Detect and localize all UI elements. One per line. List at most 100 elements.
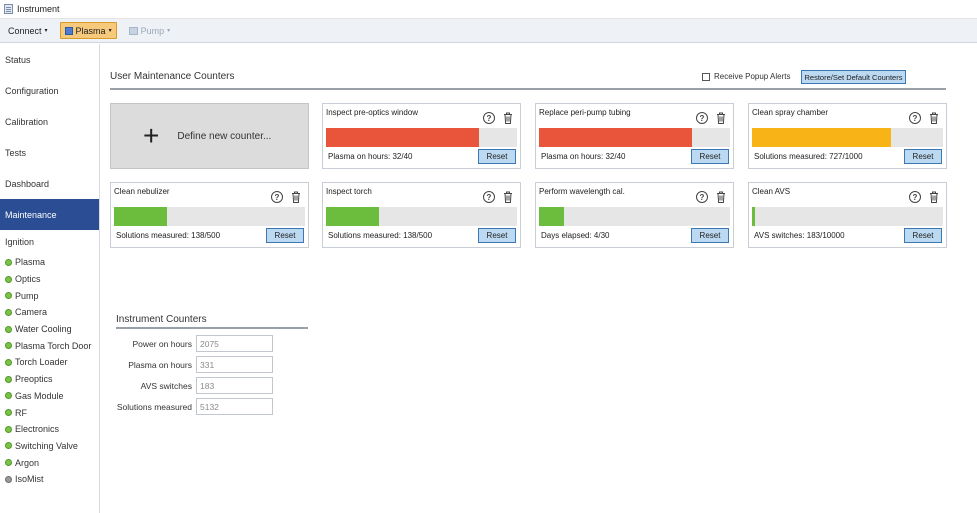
- reset-button[interactable]: Reset: [904, 228, 942, 243]
- ignition-item-rf[interactable]: RF: [0, 404, 99, 421]
- status-dot-icon: [5, 275, 12, 283]
- sidebar-item-dashboard[interactable]: Dashboard: [0, 168, 99, 199]
- status-dot-icon: [5, 292, 12, 300]
- counter-progress-fill: [752, 128, 891, 147]
- counter-progress-fill: [326, 207, 379, 226]
- ignition-item-label: Water Cooling: [15, 324, 72, 335]
- counter-progress-fill: [539, 207, 565, 226]
- ignition-item-plasma-torch-door[interactable]: Plasma Torch Door: [0, 337, 99, 354]
- ignition-item-isomist[interactable]: IsoMist: [0, 471, 99, 488]
- trash-icon[interactable]: [929, 112, 939, 124]
- counter-progress-bar: [539, 207, 730, 226]
- trash-icon[interactable]: [716, 191, 726, 203]
- popup-alerts-toggle[interactable]: Receive Popup Alerts: [702, 72, 791, 81]
- ignition-item-switching-valve[interactable]: Switching Valve: [0, 438, 99, 455]
- ignition-item-label: Electronics: [15, 424, 60, 435]
- reset-button[interactable]: Reset: [478, 228, 516, 243]
- sidebar-item-tests[interactable]: Tests: [0, 137, 99, 168]
- help-icon[interactable]: ?: [696, 191, 708, 203]
- ignition-item-label: RF: [15, 407, 27, 418]
- header-divider: [110, 88, 946, 90]
- ignition-item-label: Optics: [15, 274, 41, 285]
- ignition-item-gas-module[interactable]: Gas Module: [0, 388, 99, 405]
- ignition-item-argon[interactable]: Argon: [0, 454, 99, 471]
- sidebar-ignition-header: Ignition: [5, 237, 35, 247]
- reset-button[interactable]: Reset: [691, 149, 729, 164]
- status-dot-icon: [5, 258, 12, 266]
- ignition-item-water-cooling[interactable]: Water Cooling: [0, 321, 99, 338]
- instrument-counter-value-field: 2075: [196, 335, 273, 352]
- help-icon[interactable]: ?: [909, 112, 921, 124]
- toolbar: Connect ▾ Plasma ▾ Pump ▾: [0, 19, 977, 43]
- help-icon[interactable]: ?: [483, 112, 495, 124]
- reset-button[interactable]: Reset: [478, 149, 516, 164]
- sidebar-item-configuration[interactable]: Configuration: [0, 75, 99, 106]
- instrument-counter-label: Power on hours: [132, 338, 192, 349]
- counter-title: Clean AVS: [752, 187, 791, 196]
- popup-alerts-label: Receive Popup Alerts: [714, 72, 791, 81]
- status-dot-icon: [5, 409, 12, 417]
- ignition-item-label: Argon: [15, 457, 40, 468]
- status-dot-icon: [5, 442, 12, 450]
- reset-button[interactable]: Reset: [691, 228, 729, 243]
- ignition-item-pump[interactable]: Pump: [0, 287, 99, 304]
- counter-status: Solutions measured: 138/500: [116, 231, 221, 240]
- sidebar-nav: Status Configuration Calibration Tests Dashb…: [0, 44, 99, 230]
- help-icon[interactable]: ?: [271, 191, 283, 203]
- counter-title: Replace peri-pump tubing: [539, 108, 631, 117]
- instrument-counter-row: Plasma on hours 331: [110, 355, 276, 374]
- counter-progress-fill: [114, 207, 167, 226]
- chevron-down-icon: ▾: [167, 28, 171, 34]
- status-dot-icon: [5, 358, 12, 366]
- pump-icon: [128, 26, 138, 35]
- trash-icon[interactable]: [716, 112, 726, 124]
- counter-card: Replace peri-pump tubing? Plasma on hours…: [535, 103, 734, 169]
- restore-default-counters-button[interactable]: Restore/Set Default Counters: [801, 70, 906, 84]
- help-icon[interactable]: ?: [909, 191, 921, 203]
- ignition-item-label: Plasma Torch Door: [15, 340, 92, 351]
- connect-menu[interactable]: Connect ▾: [4, 22, 52, 39]
- status-dot-icon: [5, 459, 12, 467]
- plasma-menu[interactable]: Plasma ▾: [59, 22, 117, 39]
- help-icon[interactable]: ?: [483, 191, 495, 203]
- counter-progress-bar: [539, 128, 730, 147]
- app-icon: [4, 4, 13, 14]
- pump-label: Pump: [140, 25, 165, 36]
- reset-button[interactable]: Reset: [266, 228, 304, 243]
- ignition-list: Plasma Optics Pump Camera Water Cooling Plasm…: [0, 254, 99, 488]
- plasma-icon: [64, 26, 73, 35]
- counter-progress-fill: [539, 128, 692, 147]
- trash-icon[interactable]: [291, 191, 301, 203]
- status-dot-icon: [5, 392, 12, 400]
- ignition-item-plasma[interactable]: Plasma: [0, 254, 99, 271]
- ignition-item-preoptics[interactable]: Preoptics: [0, 371, 99, 388]
- reset-button[interactable]: Reset: [904, 149, 942, 164]
- sidebar-item-calibration[interactable]: Calibration: [0, 106, 99, 137]
- ignition-item-electronics[interactable]: Electronics: [0, 421, 99, 438]
- counter-status: AVS switches: 183/10000: [754, 231, 845, 240]
- help-icon[interactable]: ?: [696, 112, 708, 124]
- counter-progress-bar: [326, 128, 517, 147]
- ignition-item-label: Preoptics: [15, 374, 53, 385]
- ignition-item-optics[interactable]: Optics: [0, 271, 99, 288]
- instrument-counter-row: Power on hours 2075: [110, 334, 276, 353]
- pump-menu[interactable]: Pump ▾: [125, 22, 175, 39]
- counter-card: Inspect torch? Solutions measured: 138/50…: [322, 182, 521, 248]
- sidebar-item-maintenance[interactable]: Maintenance: [0, 199, 99, 230]
- trash-icon[interactable]: [503, 112, 513, 124]
- counter-card: Clean spray chamber? Solutions measured: …: [748, 103, 947, 169]
- counter-progress-bar: [752, 128, 943, 147]
- trash-icon[interactable]: [929, 191, 939, 203]
- instrument-counter-value-field: 183: [196, 377, 273, 394]
- plus-icon: +: [143, 120, 160, 151]
- counter-title: Clean spray chamber: [752, 108, 829, 117]
- popup-alerts-checkbox[interactable]: [702, 72, 710, 81]
- ignition-item-label: Switching Valve: [15, 440, 78, 451]
- status-dot-icon: [5, 308, 12, 316]
- sidebar-item-status[interactable]: Status: [0, 44, 99, 75]
- define-new-counter-button[interactable]: + Define new counter...: [110, 103, 309, 169]
- instrument-counter-label: Plasma on hours: [128, 359, 192, 370]
- ignition-item-torch-loader[interactable]: Torch Loader: [0, 354, 99, 371]
- trash-icon[interactable]: [503, 191, 513, 203]
- ignition-item-camera[interactable]: Camera: [0, 304, 99, 321]
